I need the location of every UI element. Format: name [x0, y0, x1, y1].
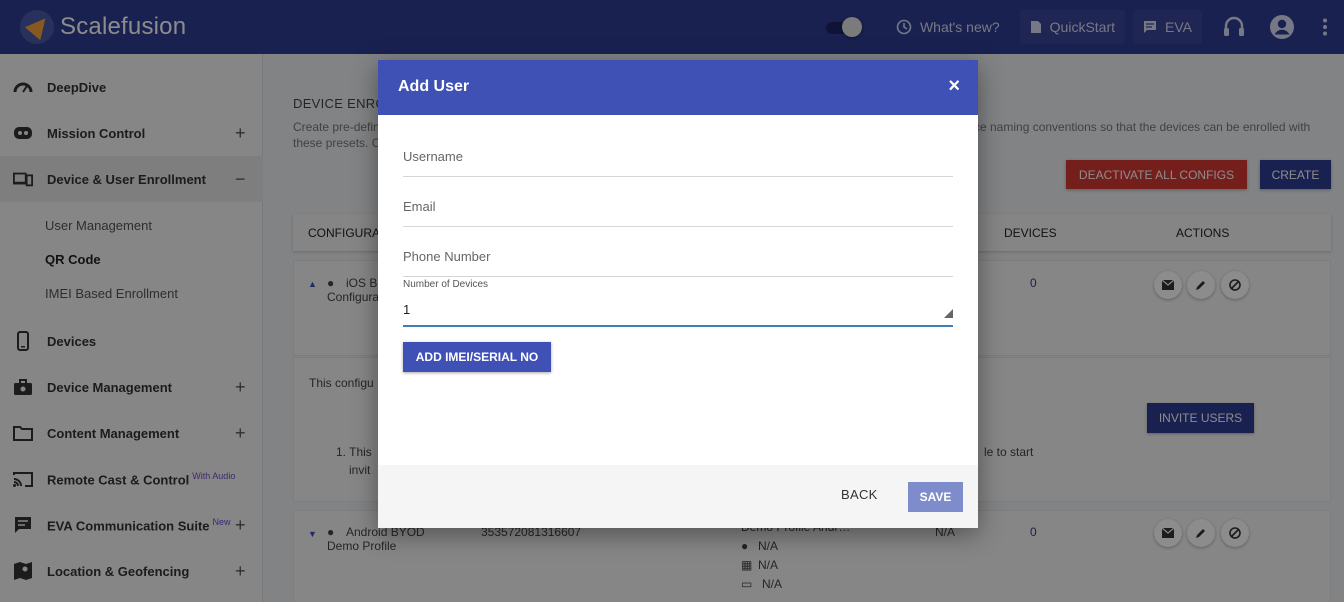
username-field[interactable]: Username [403, 143, 953, 177]
phone-number-field[interactable]: Phone Number [403, 243, 953, 277]
resize-handle-icon[interactable] [944, 309, 953, 318]
number-of-devices-field[interactable]: Number of Devices 1 [403, 278, 953, 327]
back-button[interactable]: BACK [841, 487, 878, 502]
number-of-devices-label: Number of Devices [403, 279, 489, 290]
add-user-dialog: Add User × Username Email Phone Number N… [378, 60, 978, 528]
phone-placeholder: Phone Number [403, 249, 491, 264]
email-field[interactable]: Email [403, 193, 953, 227]
email-placeholder: Email [403, 199, 436, 214]
dialog-footer: BACK SAVE [378, 465, 978, 528]
add-imei-serial-button[interactable]: ADD IMEI/SERIAL NO [403, 342, 551, 372]
close-icon[interactable]: × [948, 76, 960, 96]
dialog-title: Add User [398, 78, 470, 95]
number-of-devices-value: 1 [403, 302, 411, 317]
save-button[interactable]: SAVE [908, 482, 963, 512]
username-placeholder: Username [403, 149, 463, 164]
dialog-header: Add User × [378, 60, 978, 115]
